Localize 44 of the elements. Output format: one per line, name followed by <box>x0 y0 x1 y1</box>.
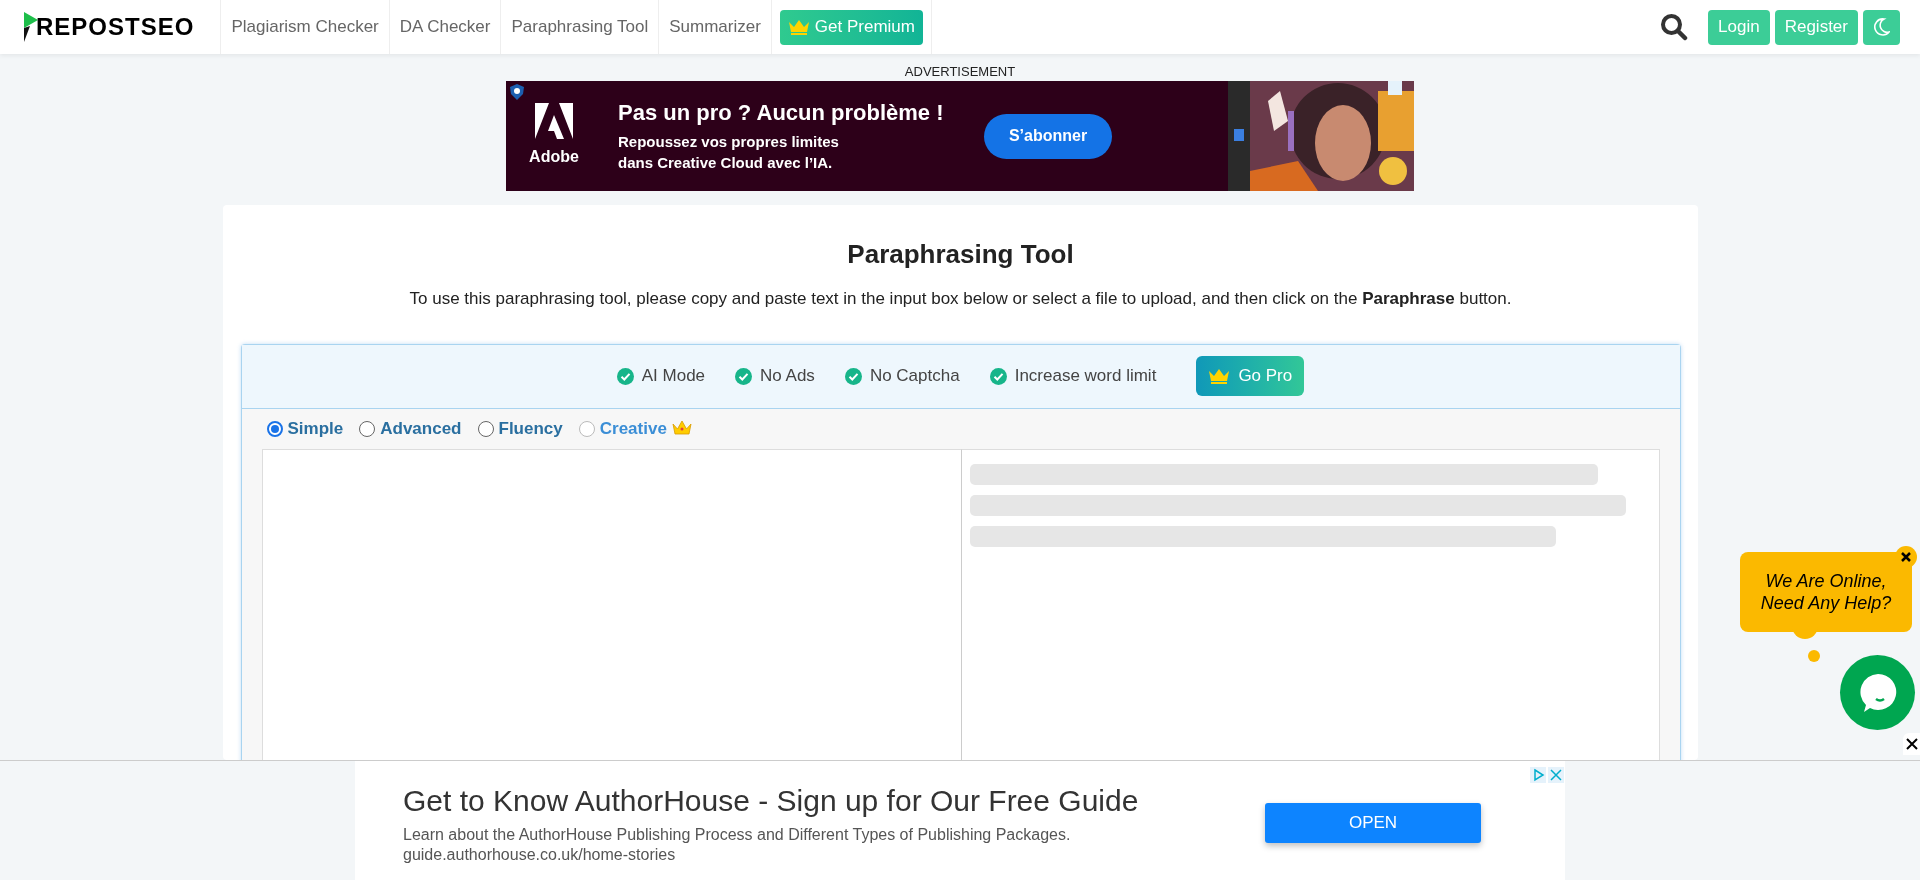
go-pro-button[interactable]: Go Pro <box>1196 356 1305 396</box>
shield-icon <box>510 84 524 100</box>
input-field[interactable] <box>261 448 962 760</box>
search-icon[interactable] <box>1660 13 1689 41</box>
check-icon <box>616 367 634 385</box>
chat-bubble[interactable]: We Are Online, Need Any Help? <box>1740 552 1912 632</box>
ad-banner[interactable]: Get to Know AuthorHouse - Sign up for Our Free Guide Learn about the AuthorHouse Publishing Process and Different Types of Publishing Packages. guide.authorhouse.co.uk/home-stories OPEN <box>355 761 1565 880</box>
mode-radio[interactable]: Fluency <box>477 415 563 442</box>
ad-text: Learn about the AuthorHouse Publishing Process and Different Types of Publishing Packages. <box>403 825 1072 845</box>
nav-link[interactable]: Plagiarism Checker <box>231 14 379 40</box>
chat-message: We Are Online, Need Any Help? <box>1759 570 1893 614</box>
close-icon[interactable] <box>1903 733 1920 755</box>
ad-headline: Pas un pro ? Aucun problème ! <box>618 99 945 127</box>
feature-label: No Ads <box>760 365 815 388</box>
feature-label: AI Mode <box>641 365 706 388</box>
brand-name: Adobe <box>529 147 579 167</box>
check-icon <box>989 367 1007 385</box>
adobe-logo-icon <box>535 103 573 139</box>
moon-icon <box>1873 18 1890 36</box>
logo[interactable]: REPOSTSEO <box>22 12 195 42</box>
check-icon <box>844 367 862 385</box>
ad-headline: Get to Know AuthorHouse - Sign up for Our Free Guide <box>403 783 1139 819</box>
feature-label: No Captcha <box>869 365 960 388</box>
ad-text: Repoussez vos propres limites dans Creative Cloud avec l’IA. <box>618 132 840 173</box>
ad-banner[interactable]: Adobe Pas un pro ? Aucun problème ! Repoussez vos propres limites dans Creative Cloud avec l’IA. S’abonner <box>506 81 1414 191</box>
nav-link[interactable]: DA Checker <box>399 14 491 40</box>
page-title: Paraphrasing Tool <box>847 238 1074 271</box>
open-button[interactable]: OPEN <box>1265 803 1481 843</box>
dark-mode-button[interactable] <box>1863 9 1900 45</box>
ad-choices-icon[interactable] <box>1530 767 1564 783</box>
mode-radio[interactable]: Simple <box>266 415 344 442</box>
crown-icon <box>1208 368 1231 384</box>
subscribe-button[interactable]: S’abonner <box>984 113 1112 159</box>
ad-url: guide.authorhouse.co.uk/home-stories <box>403 845 677 865</box>
nav-link[interactable]: Paraphrasing Tool <box>511 14 649 40</box>
check-icon <box>735 367 753 385</box>
mode-radio[interactable]: Advanced <box>359 415 462 442</box>
feature-label: Increase word limit <box>1014 365 1157 388</box>
chat-icon <box>1857 671 1898 714</box>
page-description: To use this paraphrasing tool, please copy and paste text in the input box below or select a file to upload, and then click on the Paraphrase button. <box>409 288 1512 310</box>
ad-label: ADVERTISEMENT <box>904 63 1016 81</box>
crown-icon <box>787 19 810 35</box>
mode-radio[interactable]: Creative <box>578 415 692 442</box>
nav-link[interactable]: Summarizer <box>669 14 761 40</box>
